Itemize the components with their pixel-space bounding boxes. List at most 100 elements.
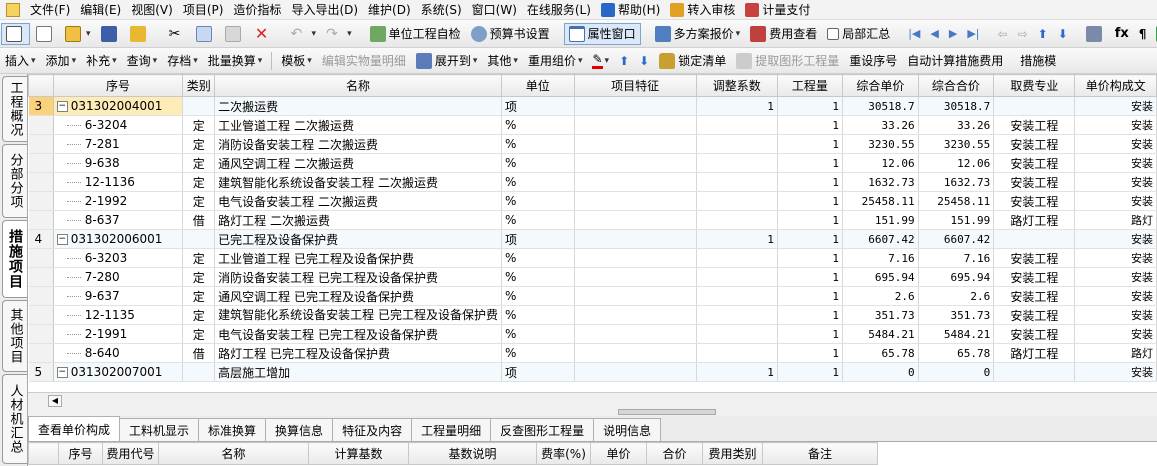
name-cell[interactable]: 电气设备安装工程 二次搬运费: [214, 191, 502, 211]
undo-button[interactable]: ↶ ▾: [287, 23, 321, 45]
name-cell[interactable]: 通风空调工程 二次搬运费: [214, 153, 502, 173]
comp-cell[interactable]: 安装: [1074, 267, 1157, 287]
save-button[interactable]: [97, 23, 124, 45]
name-cell[interactable]: 消防设备安装工程 已完工程及设备保护费: [214, 267, 502, 287]
column-header[interactable]: 调整系数: [695, 74, 778, 97]
qty-cell[interactable]: 1: [777, 172, 844, 192]
budget-settings-button[interactable]: 预算书设置: [467, 23, 554, 45]
name-cell[interactable]: 二次搬运费: [214, 96, 502, 116]
auto-calc-measure-button[interactable]: 自动计算措施费用: [903, 50, 1007, 72]
qty-cell[interactable]: 1: [777, 362, 844, 382]
reuse-price-button[interactable]: 重用组价 ▾: [524, 50, 587, 72]
tab-sub-items[interactable]: 分部分项: [2, 144, 27, 218]
code-cell[interactable]: 7-281: [53, 134, 184, 154]
row-number[interactable]: [28, 115, 54, 135]
detail-column-header[interactable]: 基数说明: [408, 442, 537, 465]
feature-cell[interactable]: [574, 229, 697, 249]
column-header[interactable]: 项目特征: [573, 74, 697, 97]
name-cell[interactable]: 建筑智能化系统设备安装工程 已完工程及设备保护费: [214, 305, 502, 325]
qty-cell[interactable]: 1: [777, 286, 844, 306]
code-cell[interactable]: 12-1136: [53, 172, 184, 192]
detail-tab[interactable]: 工程量明细: [411, 418, 492, 441]
name-cell[interactable]: 工业管道工程 已完工程及设备保护费: [214, 248, 502, 268]
feature-cell[interactable]: [574, 172, 697, 192]
row-number[interactable]: [28, 248, 54, 268]
menu-item[interactable]: 视图(V): [126, 0, 178, 20]
row-number[interactable]: [28, 286, 54, 306]
row-number[interactable]: [28, 210, 54, 230]
unit-cell[interactable]: %: [501, 134, 575, 154]
qty-cell[interactable]: 1: [777, 191, 844, 211]
detail-tab[interactable]: 工料机显示: [119, 418, 200, 441]
edit-quantity-detail-button[interactable]: 编辑实物量明细: [318, 50, 410, 72]
coef-cell[interactable]: [696, 115, 778, 135]
cat-cell[interactable]: 定: [182, 286, 216, 306]
code-cell[interactable]: 9-637: [53, 286, 184, 306]
quota-row[interactable]: 8-640 借路灯工程 已完工程及设备保护费% 1 65.78 65.78 路灯工程 路灯: [28, 343, 1157, 363]
detail-column-header[interactable]: 备注: [762, 442, 878, 465]
open-button[interactable]: ▾: [61, 23, 95, 45]
copy-button[interactable]: [192, 23, 219, 45]
detail-column-header[interactable]: 费用类别: [702, 442, 763, 465]
unit-cell[interactable]: %: [501, 267, 575, 287]
total-cell[interactable]: 12.06: [918, 153, 995, 173]
detail-column-header[interactable]: 名称: [158, 442, 309, 465]
cat-cell[interactable]: 定: [182, 172, 216, 192]
total-cell[interactable]: 5484.21: [918, 324, 995, 344]
detail-column-header[interactable]: 序号: [58, 442, 103, 465]
menu-item[interactable]: 项目(P): [178, 0, 229, 20]
spec-cell[interactable]: 安装工程: [993, 191, 1076, 211]
comp-cell[interactable]: 路灯: [1074, 210, 1157, 230]
total-cell[interactable]: 695.94: [918, 267, 995, 287]
collapse-icon[interactable]: −: [56, 367, 68, 378]
qty-cell[interactable]: 1: [777, 305, 844, 325]
cut-button[interactable]: ✂: [163, 23, 190, 45]
detail-column-header[interactable]: 费率(%): [536, 442, 591, 465]
row-number[interactable]: [28, 153, 54, 173]
move-down-button[interactable]: ⬇: [1054, 23, 1072, 45]
cat-cell[interactable]: 定: [182, 324, 216, 344]
code-cell[interactable]: 6-3204: [53, 115, 184, 135]
column-header[interactable]: 序号: [52, 74, 184, 97]
spec-cell[interactable]: 安装工程: [993, 305, 1076, 325]
qty-cell[interactable]: 1: [777, 210, 844, 230]
horizontal-scrollbar[interactable]: ◀: [28, 392, 1157, 408]
coef-cell[interactable]: [696, 324, 778, 344]
feature-cell[interactable]: [574, 134, 697, 154]
total-cell[interactable]: 7.16: [918, 248, 995, 268]
menu-item[interactable]: 编辑(E): [75, 0, 126, 20]
first-button[interactable]: |◀: [904, 23, 924, 45]
cat-cell[interactable]: [182, 96, 216, 116]
open-folder-button[interactable]: [126, 23, 153, 45]
cat-cell[interactable]: 借: [182, 210, 216, 230]
unit-cell[interactable]: %: [501, 305, 575, 325]
column-header[interactable]: 单位: [500, 74, 575, 97]
quota-row[interactable]: 6-3203 定工业管道工程 已完工程及设备保护费% 1 7.16 7.16 安装工程 安装: [28, 248, 1157, 268]
row-number[interactable]: [28, 172, 54, 192]
cat-cell[interactable]: [182, 362, 216, 382]
code-cell[interactable]: 7-280: [53, 267, 184, 287]
row-number[interactable]: [28, 267, 54, 287]
fee-view-button[interactable]: 费用查看: [746, 23, 821, 45]
cat-cell[interactable]: 定: [182, 267, 216, 287]
column-header[interactable]: 工程量: [776, 74, 844, 97]
total-cell[interactable]: 33.26: [918, 115, 995, 135]
menu-item[interactable]: 计量支付: [740, 0, 815, 20]
coef-cell[interactable]: [696, 210, 778, 230]
qty-cell[interactable]: 1: [777, 324, 844, 344]
name-cell[interactable]: 建筑智能化系统设备安装工程 二次搬运费: [214, 172, 502, 192]
panel-splitter[interactable]: [618, 409, 716, 415]
menu-item[interactable]: 维护(D): [363, 0, 416, 20]
uprice-cell[interactable]: 12.06: [842, 153, 919, 173]
name-cell[interactable]: 工业管道工程 二次搬运费: [214, 115, 502, 135]
local-summary-toggle[interactable]: 局部汇总: [823, 23, 894, 45]
spec-cell[interactable]: 安装工程: [993, 172, 1076, 192]
tab-material-summary[interactable]: 人材机汇总: [2, 374, 27, 464]
unit-cell[interactable]: 项: [501, 362, 575, 382]
feature-cell[interactable]: [574, 324, 697, 344]
unit-cell[interactable]: %: [501, 153, 575, 173]
uprice-cell[interactable]: 25458.11: [842, 191, 919, 211]
detail-tab[interactable]: 说明信息: [593, 418, 662, 441]
cat-cell[interactable]: 定: [182, 305, 216, 325]
self-check-button[interactable]: 单位工程自检: [366, 23, 465, 45]
